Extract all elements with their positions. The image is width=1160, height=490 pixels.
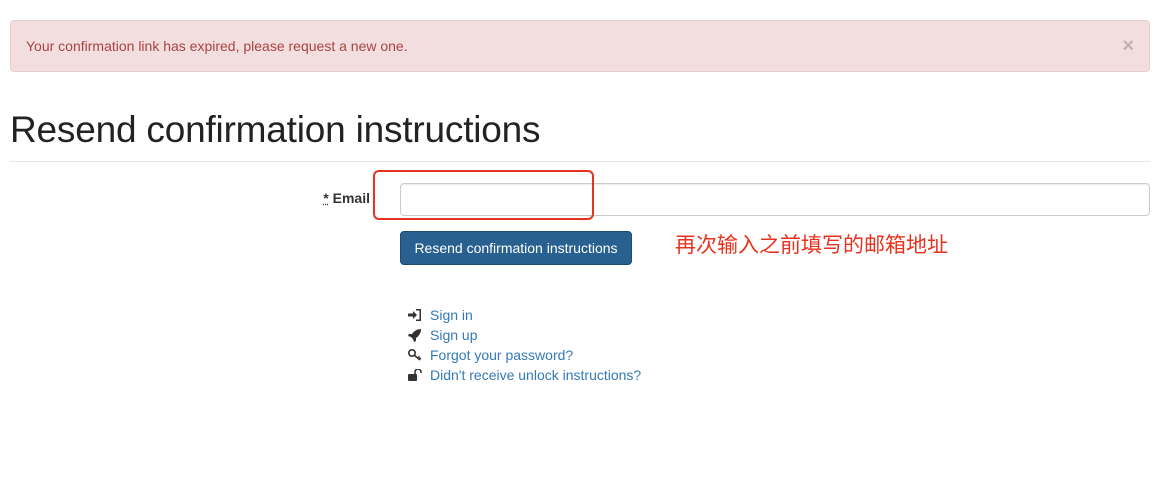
resend-confirmation-button[interactable]: Resend confirmation instructions xyxy=(400,231,632,265)
rocket-icon xyxy=(408,328,430,342)
auth-links-list: Sign in Sign up Forgot your password? Di… xyxy=(408,305,641,385)
divider xyxy=(10,161,1150,162)
required-marker: * xyxy=(323,190,329,206)
alert-banner: Your confirmation link has expired, plea… xyxy=(10,20,1150,72)
email-field[interactable] xyxy=(400,183,1150,216)
key-icon xyxy=(408,349,430,361)
sign-up-link[interactable]: Sign up xyxy=(430,327,477,343)
page-title: Resend confirmation instructions xyxy=(10,109,541,150)
link-forgot-password[interactable]: Forgot your password? xyxy=(408,345,641,365)
sign-in-link[interactable]: Sign in xyxy=(430,307,473,323)
close-icon[interactable]: × xyxy=(1122,36,1134,56)
alert-message: Your confirmation link has expired, plea… xyxy=(26,38,408,54)
link-sign-in[interactable]: Sign in xyxy=(408,305,641,325)
email-label-text: Email xyxy=(332,190,370,206)
annotation-text: 再次输入之前填写的邮箱地址 xyxy=(675,233,948,257)
email-label: * Email xyxy=(250,190,370,206)
unlock-icon xyxy=(408,369,430,381)
sign-in-icon xyxy=(408,309,430,321)
link-sign-up[interactable]: Sign up xyxy=(408,325,641,345)
unlock-instructions-link[interactable]: Didn't receive unlock instructions? xyxy=(430,367,641,383)
link-unlock-instructions[interactable]: Didn't receive unlock instructions? xyxy=(408,365,641,385)
forgot-password-link[interactable]: Forgot your password? xyxy=(430,347,573,363)
